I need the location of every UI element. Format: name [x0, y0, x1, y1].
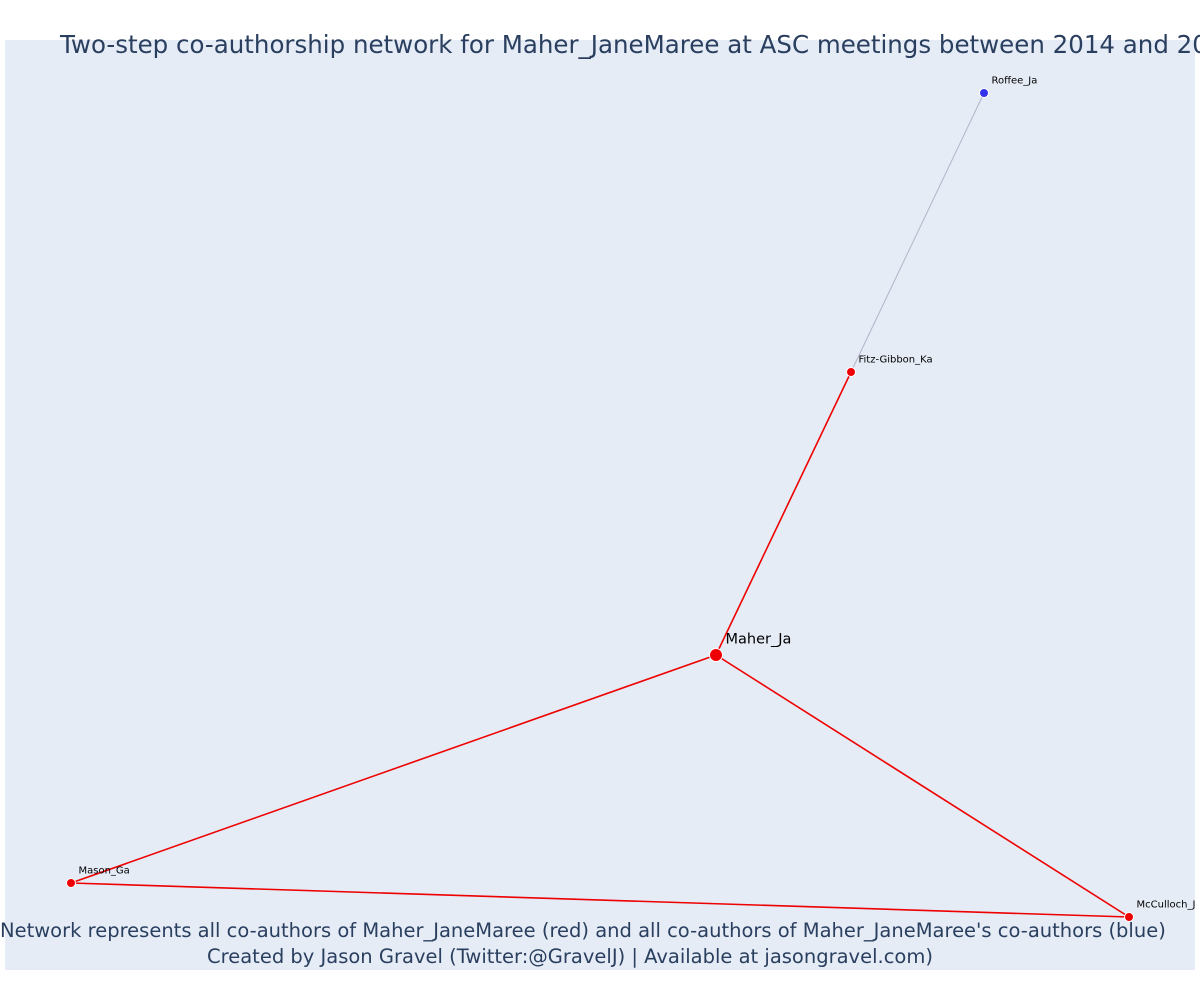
chart-title: Two-step co-authorship network for Maher… — [60, 30, 1200, 59]
footnote-line-2: Created by Jason Gravel (Twitter:@Gravel… — [207, 945, 933, 968]
node-label-Mason_Ga: Mason_Ga — [79, 866, 130, 877]
plot-area: Maher_Ja Fitz-Gibbon_Ka Mason_Ga McCulloch_… — [5, 40, 1195, 970]
edge-Maher_Ja-Fitz-Gibbon_Ka — [715, 371, 852, 656]
node-Maher_Ja[interactable] — [709, 648, 723, 662]
edge-Mason_Ga-McCulloch_Ju — [70, 882, 1130, 918]
footnote: Network represents all co-authors of Mah… — [0, 918, 1166, 970]
nodes-layer — [66, 88, 1134, 922]
footnote-line-1: Network represents all co-authors of Mah… — [0, 919, 1166, 942]
edge-Fitz-Gibbon_Ka-Roffee_Ja — [850, 92, 985, 373]
labels-layer: Maher_Ja Fitz-Gibbon_Ka Mason_Ga McCulloch_… — [79, 76, 1196, 911]
edge-Maher_Ja-Mason_Ga — [70, 654, 717, 884]
node-label-McCulloch_Ju: McCulloch_Ju — [1137, 900, 1196, 911]
network-graph: Maher_Ja Fitz-Gibbon_Ka Mason_Ga McCulloch_… — [66, 76, 1196, 922]
edge-Maher_Ja-McCulloch_Ju — [715, 654, 1130, 918]
node-Fitz-Gibbon_Ka[interactable] — [846, 367, 856, 377]
node-label-Fitz-Gibbon_Ka: Fitz-Gibbon_Ka — [859, 355, 933, 366]
edges-layer — [70, 92, 1130, 918]
node-label-Maher_Ja: Maher_Ja — [726, 632, 792, 648]
node-Mason_Ga[interactable] — [66, 878, 76, 888]
node-Roffee_Ja[interactable] — [979, 88, 989, 98]
node-label-Roffee_Ja: Roffee_Ja — [992, 76, 1038, 87]
